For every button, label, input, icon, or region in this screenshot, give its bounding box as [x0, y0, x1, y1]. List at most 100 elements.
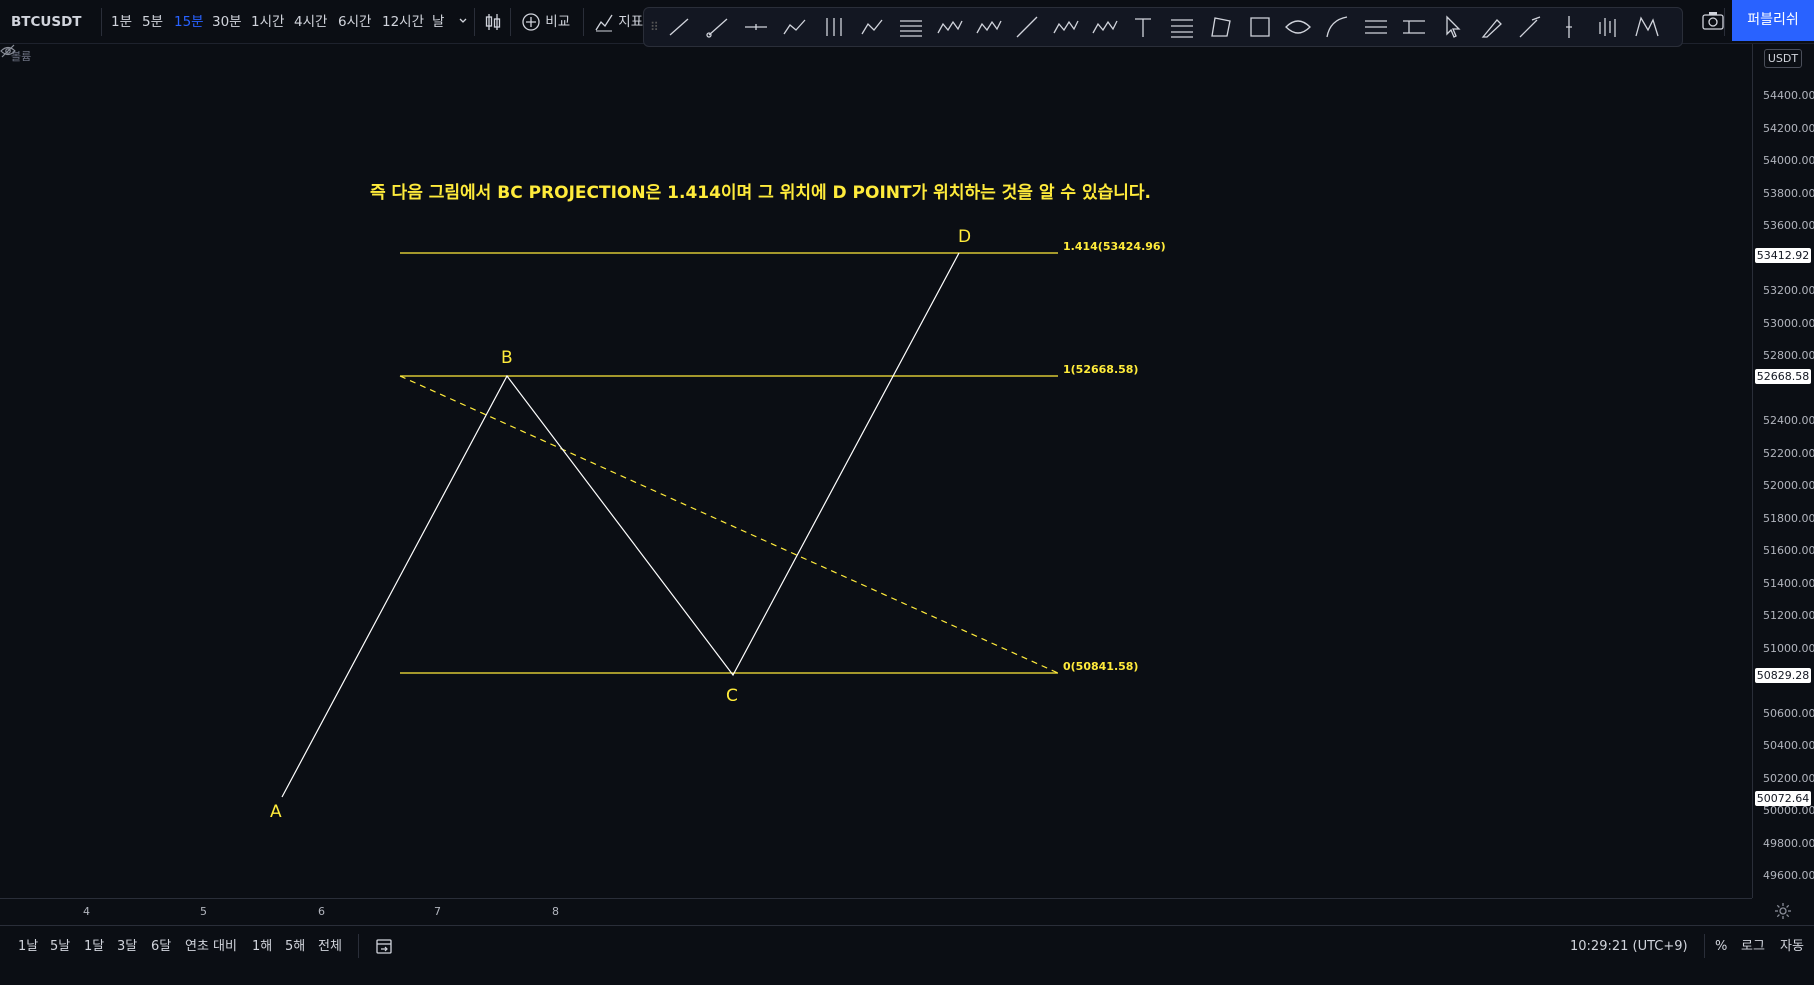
percent-toggle[interactable]: % [1715, 926, 1727, 968]
price-tick: 50200.00 [1763, 771, 1814, 785]
indicators-label: 지표 [618, 14, 644, 30]
price-tick: 53600.00 [1763, 219, 1814, 232]
price-label: 52668.58 [1755, 369, 1811, 385]
xabcd-pattern-icon[interactable] [1632, 12, 1662, 42]
ray-icon[interactable] [703, 12, 733, 42]
annotation-caption[interactable]: 즉 다음 그림에서 BC PROJECTION은 1.414이며 그 위치에 D… [370, 178, 1151, 203]
interval-12h[interactable]: 12시간 [382, 0, 424, 44]
level-label-1414: 1.414(53424.96) [1063, 240, 1166, 253]
price-scale[interactable]: 54400.00 54200.00 54000.00 53800.00 53600.00… [1752, 44, 1814, 898]
interval-1h[interactable]: 1시간 [251, 0, 284, 44]
publish-button[interactable]: 퍼블리쉬 [1732, 0, 1814, 41]
compare-label: 비교 [545, 14, 571, 30]
time-axis[interactable]: 4 5 6 7 8 [0, 898, 1752, 925]
triangle-pattern-icon[interactable] [1051, 12, 1081, 42]
price-tick: 51200.00 [1763, 609, 1814, 622]
price-tick: 52200.00 [1763, 446, 1814, 460]
range-1y[interactable]: 1해 [252, 926, 272, 968]
time-tick: 8 [552, 905, 559, 918]
wave-pattern-icon[interactable] [935, 12, 965, 42]
toolbar-divider [101, 8, 102, 36]
trend-line-icon[interactable] [664, 12, 694, 42]
currency-unit-badge[interactable]: USDT [1764, 49, 1802, 68]
price-tick: 53800.00 [1763, 186, 1814, 200]
chart-pane[interactable]: 볼륨 [0, 44, 1752, 898]
toolbar-divider [1724, 8, 1725, 36]
toolbar-divider [1704, 934, 1705, 958]
highlighter-icon[interactable] [1515, 12, 1545, 42]
price-label: 50072.64 [1755, 791, 1811, 807]
compare-button[interactable]: 비교 [521, 0, 570, 44]
candles-icon[interactable] [484, 0, 502, 44]
range-ytd[interactable]: 연초 대비 [185, 926, 237, 968]
abcd-pattern-lines[interactable] [281, 252, 960, 798]
toolbar-divider [358, 934, 359, 958]
price-tick: 53000.00 [1763, 316, 1814, 330]
drawing-canvas [281, 252, 1059, 798]
eye-off-icon[interactable] [0, 44, 16, 58]
price-tick: 49800.00 [1763, 836, 1814, 850]
clock-timezone[interactable]: 10:29:21 (UTC+9) [1570, 926, 1688, 968]
brush-icon[interactable] [1477, 12, 1507, 42]
interval-day[interactable]: 날 [432, 0, 444, 44]
time-tick: 4 [83, 905, 90, 918]
interval-30m[interactable]: 30분 [212, 0, 242, 44]
price-tick: 50600.00 [1763, 706, 1814, 720]
elliott-wave-icon[interactable] [974, 12, 1004, 42]
arc-icon[interactable] [1322, 12, 1352, 42]
toolbar-divider [474, 8, 475, 36]
range-6m[interactable]: 6달 [151, 926, 171, 968]
indicators-button[interactable]: 지표 [594, 0, 643, 44]
auto-toggle[interactable]: 자동 [1780, 926, 1804, 968]
range-3m[interactable]: 3달 [117, 926, 137, 968]
point-label-b[interactable]: B [501, 348, 513, 368]
camera-icon[interactable] [1701, 0, 1725, 44]
time-tick: 5 [200, 905, 207, 918]
point-label-a[interactable]: A [270, 802, 282, 822]
gear-icon[interactable] [1774, 902, 1792, 920]
fib-channel-icon[interactable] [1361, 12, 1391, 42]
path-icon[interactable] [780, 12, 810, 42]
level-label-0: 0(50841.58) [1063, 660, 1139, 673]
time-tick: 6 [318, 905, 325, 918]
point-label-d[interactable]: D [958, 227, 971, 247]
parallel-channel-icon[interactable] [896, 12, 926, 42]
interval-6h[interactable]: 6시간 [338, 0, 371, 44]
pitchfork-icon[interactable] [819, 12, 849, 42]
price-label: 53412.92 [1755, 248, 1811, 264]
drag-handle-icon[interactable]: ⠿ [650, 20, 660, 34]
rectangle-icon[interactable] [1245, 12, 1275, 42]
horizontal-ray-icon[interactable] [741, 12, 771, 42]
interval-1m[interactable]: 1분 [111, 0, 132, 44]
text-tool-icon[interactable] [1128, 12, 1158, 42]
head-shoulders-icon[interactable] [1090, 12, 1120, 42]
cursor-icon[interactable] [1438, 12, 1468, 42]
interval-15m[interactable]: 15분 [174, 0, 204, 44]
symbol-button[interactable]: BTCUSDT [11, 0, 82, 44]
range-1d[interactable]: 1날 [18, 926, 38, 968]
range-1m[interactable]: 1달 [84, 926, 104, 968]
chevron-down-icon[interactable] [458, 0, 468, 43]
fib-retracement-icon[interactable] [1167, 12, 1197, 42]
interval-4h[interactable]: 4시간 [294, 0, 327, 44]
time-tick: 7 [434, 905, 441, 918]
point-label-c[interactable]: C [726, 686, 738, 706]
price-label: 50829.28 [1755, 668, 1811, 684]
log-toggle[interactable]: 로그 [1741, 926, 1765, 968]
polygon-icon[interactable] [1206, 12, 1236, 42]
abcd-pattern-icon[interactable] [858, 12, 888, 42]
ellipse-icon[interactable] [1283, 12, 1313, 42]
price-tick: 52800.00 [1763, 349, 1814, 362]
vertical-line-icon[interactable] [1554, 12, 1584, 42]
range-measure-icon[interactable] [1399, 12, 1429, 42]
bars-pattern-icon[interactable] [1593, 12, 1623, 42]
trend-dashed-line[interactable] [399, 375, 1059, 674]
range-5d[interactable]: 5날 [50, 926, 70, 968]
level-label-1: 1(52668.58) [1063, 363, 1139, 376]
interval-5m[interactable]: 5분 [142, 0, 163, 44]
range-all[interactable]: 전체 [318, 926, 342, 968]
range-5y[interactable]: 5해 [285, 926, 305, 968]
price-tick: 54000.00 [1763, 154, 1814, 167]
line-tool-icon[interactable] [1012, 12, 1042, 42]
goto-date-icon[interactable] [375, 926, 393, 968]
